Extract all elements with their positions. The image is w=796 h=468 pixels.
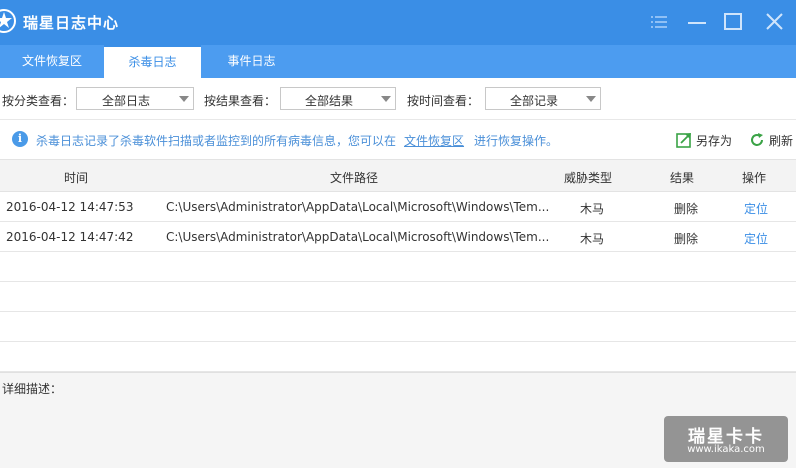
header-op: 操作	[742, 171, 767, 185]
result-filter-value: 全部结果	[304, 94, 353, 108]
save-as-label: 另存为	[696, 134, 733, 148]
empty-row	[0, 252, 796, 282]
maximize-icon	[724, 13, 742, 30]
chevron-down-icon	[586, 96, 596, 102]
menu-icon	[651, 16, 667, 28]
detail-label: 详细描述：	[2, 382, 63, 396]
file-recovery-link[interactable]: 文件恢复区	[404, 132, 464, 149]
row-result: 删除	[673, 202, 698, 216]
table-header: 时间 文件路径 威胁类型 结果 操作	[0, 159, 796, 192]
save-as-button[interactable]: 另存为	[676, 129, 736, 151]
close-icon	[766, 13, 783, 30]
refresh-label: 刷新	[769, 134, 794, 148]
row-path: C:\Users\Administrator\AppData\Local\Mic…	[166, 230, 550, 244]
empty-row	[0, 342, 796, 372]
tab-bar: 文件恢复区 杀毒日志 事件日志	[0, 45, 796, 78]
chevron-down-icon	[179, 96, 189, 102]
row-result: 删除	[673, 232, 698, 246]
row-path: C:\Users\Administrator\AppData\Local\Mic…	[166, 200, 550, 214]
result-filter-select[interactable]: 全部结果	[280, 87, 396, 110]
table-row[interactable]: 2016-04-12 14:47:42 C:\Users\Administrat…	[0, 222, 796, 252]
category-filter-value: 全部日志	[101, 94, 150, 108]
close-button[interactable]	[764, 12, 786, 32]
info-tail-text: 进行恢复操作。	[474, 134, 559, 148]
empty-row	[0, 282, 796, 312]
locate-link[interactable]: 定位	[734, 200, 778, 217]
refresh-button[interactable]: 刷新	[749, 129, 796, 151]
row-threat: 木马	[579, 232, 604, 246]
watermark: 瑞星卡卡 www.ikaka.com	[664, 416, 788, 462]
window-title: 瑞星日志中心	[23, 14, 120, 32]
header-path: 文件路径	[330, 171, 379, 185]
info-icon: i	[12, 131, 28, 147]
locate-link[interactable]: 定位	[734, 230, 778, 247]
row-threat: 木马	[579, 202, 604, 216]
category-filter-label: 按分类查看：	[2, 94, 75, 108]
info-bar: i 杀毒日志记录了杀毒软件扫描或者监控到的所有病毒信息，您可以在 文件恢复区 进…	[0, 119, 796, 159]
time-filter-value: 全部记录	[509, 94, 558, 108]
time-filter-select[interactable]: 全部记录	[485, 87, 601, 110]
tab-event-log[interactable]: 事件日志	[201, 45, 302, 78]
time-filter-label: 按时间查看：	[407, 94, 480, 108]
category-filter-select[interactable]: 全部日志	[76, 87, 194, 110]
result-filter-label: 按结果查看：	[204, 94, 277, 108]
minimize-button[interactable]	[686, 12, 708, 32]
info-text: 杀毒日志记录了杀毒软件扫描或者监控到的所有病毒信息，您可以在	[36, 134, 397, 148]
chevron-down-icon	[381, 96, 391, 102]
header-result: 结果	[670, 171, 695, 185]
header-time: 时间	[64, 171, 89, 185]
tab-file-recovery[interactable]: 文件恢复区	[0, 45, 104, 78]
row-time: 2016-04-12 14:47:42	[6, 230, 134, 244]
header-threat: 威胁类型	[564, 171, 613, 185]
row-time: 2016-04-12 14:47:53	[6, 200, 134, 214]
refresh-icon	[751, 133, 763, 146]
watermark-url: www.ikaka.com	[687, 444, 765, 455]
export-icon	[676, 133, 691, 148]
empty-row	[0, 312, 796, 342]
menu-button[interactable]	[648, 12, 670, 32]
table-row[interactable]: 2016-04-12 14:47:53 C:\Users\Administrat…	[0, 192, 796, 222]
title-bar: 瑞星日志中心	[0, 0, 796, 45]
minimize-icon	[688, 22, 706, 24]
filter-bar: 按分类查看： 全部日志 按结果查看： 全部结果 按时间查看： 全部记录	[0, 78, 796, 119]
tab-virus-log[interactable]: 杀毒日志	[104, 45, 201, 78]
rising-logo-icon	[0, 6, 20, 36]
maximize-button[interactable]	[722, 12, 744, 32]
